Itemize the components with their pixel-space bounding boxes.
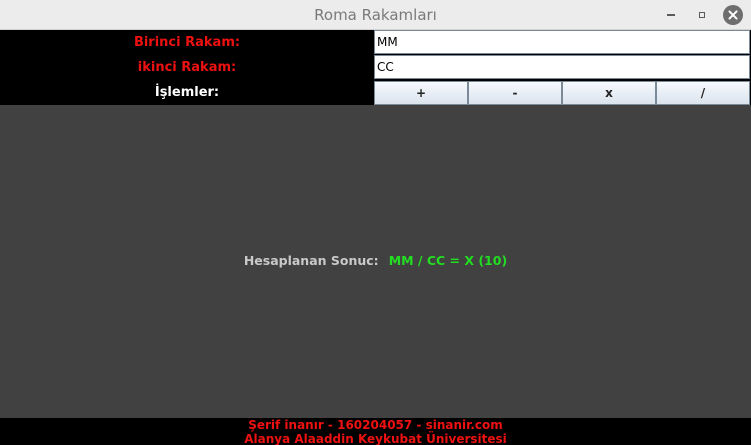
first-number-label: Birinci Rakam:	[133, 35, 241, 50]
footer: Şerif inanır - 160204057 - sinanir.com A…	[0, 418, 751, 445]
footer-university: Alanya Alaaddin Keykubat Üniversitesi	[244, 432, 507, 445]
minimize-icon	[667, 14, 675, 16]
close-button[interactable]	[723, 5, 743, 25]
second-number-label: ikinci Rakam:	[137, 60, 237, 75]
result-label: Hesaplanan Sonuc:	[243, 253, 379, 268]
input-form: Birinci Rakam: ikinci Rakam: İşlemler: +…	[0, 30, 751, 105]
close-icon	[728, 10, 738, 20]
window-title: Roma Rakamları	[314, 6, 437, 24]
add-button[interactable]: +	[374, 81, 468, 105]
multiply-button[interactable]: x	[562, 81, 656, 105]
subtract-button[interactable]: -	[468, 81, 562, 105]
result-panel: Hesaplanan Sonuc: MM / CC = X (10)	[0, 105, 751, 418]
divide-button[interactable]: /	[656, 81, 750, 105]
title-bar: Roma Rakamları	[0, 0, 751, 30]
result-row: Hesaplanan Sonuc: MM / CC = X (10)	[0, 253, 751, 271]
maximize-button[interactable]	[692, 5, 712, 25]
footer-author: Şerif inanır - 160204057 - sinanir.com	[248, 418, 503, 432]
result-value: MM / CC = X (10)	[388, 253, 508, 268]
first-number-input[interactable]	[374, 30, 750, 54]
maximize-icon	[699, 12, 705, 18]
operations-label: İşlemler:	[154, 85, 220, 100]
second-number-input[interactable]	[374, 55, 750, 79]
minimize-button[interactable]	[661, 5, 681, 25]
